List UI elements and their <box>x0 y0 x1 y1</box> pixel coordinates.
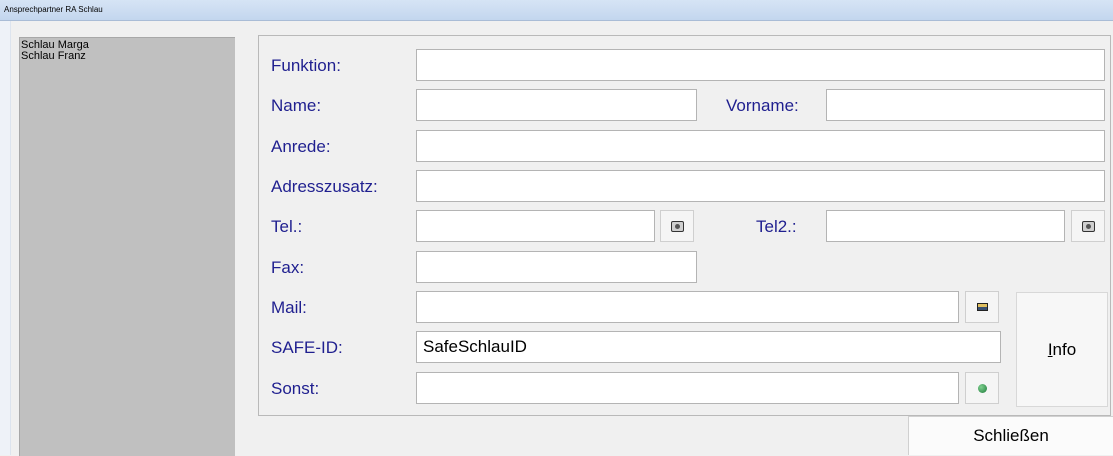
sonst-web-button[interactable] <box>965 372 999 404</box>
phone-icon <box>1081 220 1095 232</box>
tel2-label: Tel2.: <box>756 217 797 236</box>
tel-call-button[interactable] <box>660 210 694 242</box>
anrede-label: Anrede: <box>271 137 331 156</box>
info-button-label: nfo <box>1052 339 1077 359</box>
fax-label: Fax: <box>271 258 305 277</box>
adresszusatz-input[interactable] <box>416 170 1105 202</box>
name-input[interactable] <box>416 89 697 121</box>
title-bar: Ansprechpartner RA Schlau <box>0 0 1113 21</box>
window-left-edge <box>0 21 11 455</box>
anrede-input[interactable] <box>416 130 1105 162</box>
info-button[interactable]: Info <box>1016 292 1108 407</box>
safe-id-label: SAFE-ID: <box>271 338 343 357</box>
vorname-input[interactable] <box>826 89 1105 121</box>
tel2-call-button[interactable] <box>1071 210 1105 242</box>
mail-icon <box>976 303 988 311</box>
funktion-label: Funktion: <box>271 56 341 75</box>
tel-input[interactable] <box>416 210 655 242</box>
mail-input[interactable] <box>416 291 959 323</box>
adresszusatz-label: Adresszusatz: <box>271 177 378 196</box>
name-label: Name: <box>271 96 322 115</box>
sonst-label: Sonst: <box>271 379 320 398</box>
window-title: Ansprechpartner RA Schlau <box>4 5 103 14</box>
funktion-input[interactable] <box>416 49 1105 81</box>
vorname-label: Vorname: <box>726 96 799 115</box>
close-button[interactable]: Schließen <box>908 416 1113 455</box>
globe-icon <box>977 383 987 393</box>
phone-icon <box>670 220 684 232</box>
tel2-input[interactable] <box>826 210 1065 242</box>
safe-id-input[interactable] <box>416 331 1001 363</box>
mail-label: Mail: <box>271 298 307 317</box>
tel-label: Tel.: <box>271 217 303 236</box>
mail-send-button[interactable] <box>965 291 999 323</box>
contact-list[interactable]: Schlau Marga Schlau Franz <box>19 37 235 456</box>
list-item[interactable]: Schlau Franz <box>20 51 235 62</box>
fax-input[interactable] <box>416 251 697 283</box>
sonst-input[interactable] <box>416 372 959 404</box>
close-button-label: Schließen <box>973 426 1049 445</box>
